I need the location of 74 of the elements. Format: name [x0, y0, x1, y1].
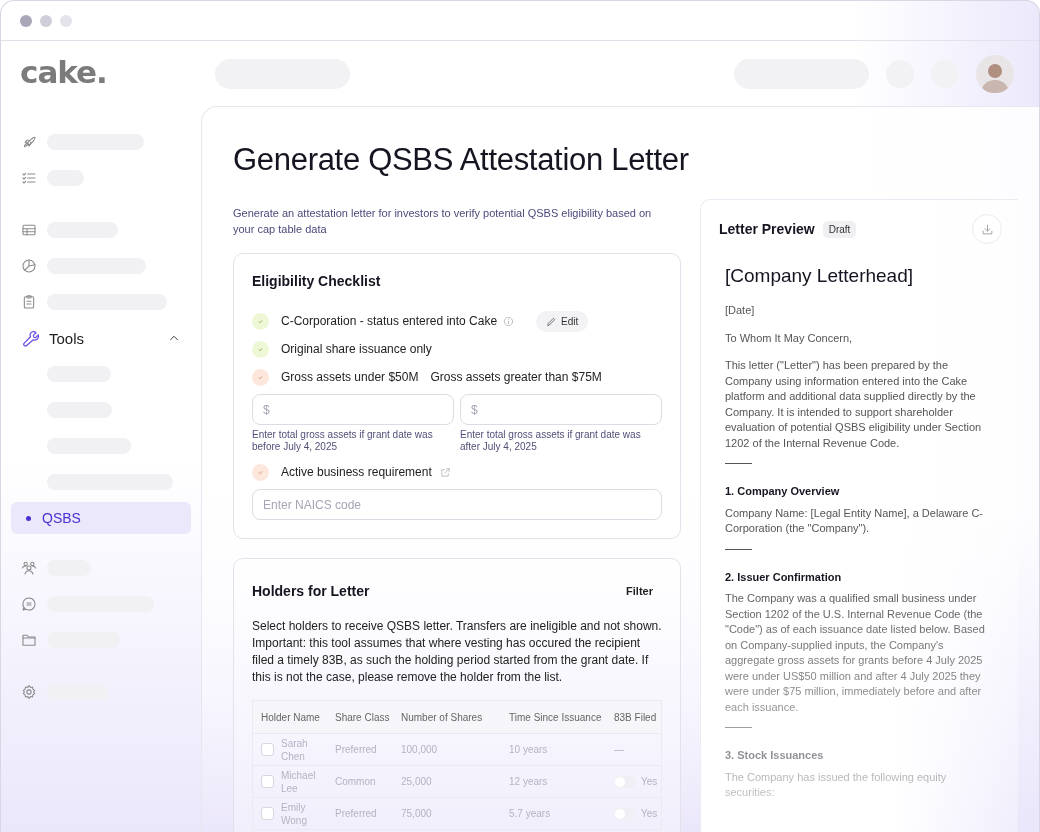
- table-cell-text: 75,000: [401, 808, 433, 819]
- checklist-label: Gross assets greater than $75M: [430, 370, 602, 384]
- table-cell-text: 25,000: [401, 776, 433, 787]
- status-badge: Draft: [822, 220, 857, 238]
- table-icon[interactable]: [21, 222, 37, 238]
- toggle-label: Yes: [641, 776, 658, 787]
- pie-chart-icon[interactable]: [21, 258, 37, 274]
- download-icon: [980, 222, 994, 236]
- people-icon[interactable]: [21, 560, 37, 576]
- column-header: Time Since Issuance: [509, 711, 603, 723]
- logo[interactable]: cake.: [20, 54, 107, 90]
- folder-icon[interactable]: [21, 632, 37, 648]
- table-cell: Michael Lee: [281, 768, 317, 795]
- table-cell-text: Emily Wong: [281, 800, 308, 827]
- chat-icon[interactable]: [21, 596, 37, 612]
- checklist-icon[interactable]: [21, 170, 37, 186]
- section-heading: 3. Stock Issuances: [725, 748, 825, 763]
- checklist-label: Original share issuance only: [281, 342, 432, 356]
- table-cell-text: 12 years: [509, 776, 549, 787]
- pencil-icon: [546, 315, 558, 327]
- card-title: Holders for Letter: [252, 583, 370, 599]
- avatar[interactable]: [976, 54, 1014, 93]
- settings-icon[interactable]: [21, 684, 37, 700]
- letter-text: [Date]: [725, 303, 756, 318]
- column-header: Share Class: [335, 711, 391, 723]
- window-button[interactable]: [20, 14, 32, 27]
- table-cell-text: 5.7 years: [509, 808, 552, 819]
- letter-text: Company Name: [Legal Entity Name], a Delaware C-Corporation (the "Company").: [725, 505, 984, 536]
- table-cell-text: 100,000: [401, 744, 439, 755]
- clipboard-icon[interactable]: [21, 294, 37, 310]
- table-cell-text: Common: [335, 776, 377, 787]
- window-button[interactable]: [60, 14, 72, 27]
- table-cell-text: 10 years: [509, 744, 549, 755]
- input-field[interactable]: Enter NAICS code: [252, 489, 662, 520]
- rocket-icon[interactable]: [21, 134, 37, 150]
- sidebar-item[interactable]: QSBS: [11, 502, 191, 534]
- checkbox[interactable]: [261, 743, 274, 756]
- letter-text: To Whom It May Concern,: [725, 330, 854, 346]
- window-button[interactable]: [40, 14, 52, 27]
- page-description: Generate an attestation letter for investors to verify potential QSBS eligibility based on your cap table data: [233, 206, 653, 237]
- input-field[interactable]: $: [252, 394, 454, 425]
- table-cell: —: [614, 744, 624, 755]
- external-link-icon[interactable]: [439, 466, 451, 478]
- wrench-icon: [21, 329, 39, 347]
- checklist-label: Active business requirement: [281, 465, 432, 479]
- checklist-label: Gross assets under $50M: [281, 370, 419, 384]
- filter-button[interactable]: Filter: [617, 583, 662, 599]
- letter-heading: [Company Letterhead]: [725, 264, 914, 288]
- card-description: Select holders to receive QSBS letter. Transfers are ineligible and not shown. Important: this tool assumes that where vesting has occured the recipient filed a timely 83B, as such the holding period started from the grant date. If this is not the case, please remove the holder from the list.: [252, 618, 662, 686]
- info-icon[interactable]: [503, 315, 515, 327]
- card-title: Eligibility Checklist: [252, 273, 382, 289]
- checklist-label: C-Corporation - status entered into Cake: [281, 314, 498, 328]
- section-heading: 1. Company Overview: [725, 484, 841, 499]
- column-header: Holder Name: [261, 711, 321, 723]
- letter-text: This letter ("Letter") has been prepared by the Company using information entered into the Cake platform and additional data supplied directly by the Company. It is intended to support shareholder evaluation of potential QSBS eligibility under Section 1202 of the Internal Revenue Code.: [725, 358, 983, 451]
- checkbox[interactable]: [261, 775, 274, 788]
- section-heading: 2. Issuer Confirmation: [725, 569, 843, 585]
- field-hint: Enter total gross assets if grant date was after July 4, 2025: [460, 429, 642, 453]
- sidebar-item[interactable]: Tools: [1, 320, 201, 356]
- column-header: 83B Filed: [614, 711, 658, 723]
- table-cell-text: Sarah Chen: [281, 736, 309, 763]
- page-title: Generate QSBS Attestation Letter: [233, 141, 690, 179]
- letter-text: The Company has issued the following equity securities:: [725, 769, 948, 800]
- table-cell-text: Preferred: [335, 808, 378, 819]
- input-field[interactable]: $: [460, 394, 662, 425]
- card-title: Letter Preview: [719, 221, 815, 237]
- checkbox[interactable]: [261, 807, 274, 820]
- download-button[interactable]: [972, 214, 1002, 244]
- toggle-label: Yes: [641, 808, 658, 819]
- table-cell-text: Preferred: [335, 744, 378, 755]
- letter-text: The Company was a qualified small business under Section 1202 of the U.S. Internal Revenue Code (the "Code") as of each issuance date listed below. Based on Company-supplied inputs, the Company's aggregate gross assets for grants before 4 July 2025 were under US$50 million and after 4 July 2025 they were under $75 million, immediately before and after each issuance.: [725, 591, 986, 715]
- edit-button[interactable]: Edit: [536, 310, 589, 332]
- column-header: Number of Shares: [401, 711, 484, 723]
- field-hint: Enter total gross assets if grant date was before July 4, 2025: [252, 429, 434, 453]
